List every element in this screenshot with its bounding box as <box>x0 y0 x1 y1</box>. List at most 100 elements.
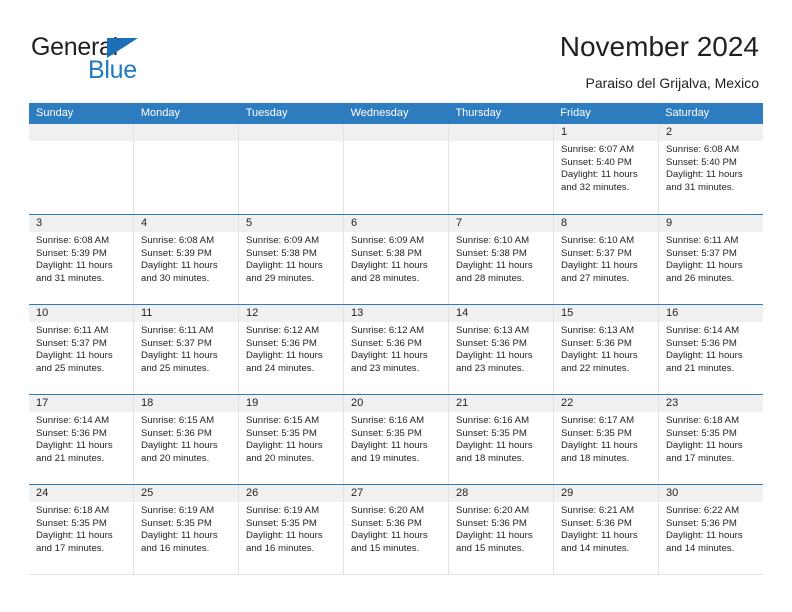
weekday-header-monday: Monday <box>140 107 180 119</box>
sunrise-text: Sunrise: 6:08 AM <box>141 235 215 246</box>
calendar-day-cell[interactable]: 7 Sunrise: 6:10 AM Sunset: 5:38 PM Daylight… <box>449 215 554 304</box>
sunset-text: Sunset: 5:35 PM <box>351 427 422 439</box>
calendar-day-cell[interactable]: 19 Sunrise: 6:15 AM Sunset: 5:35 PM Dayligh… <box>239 395 344 484</box>
daylight-text: Daylight: 11 hours and 20 minutes. <box>141 440 218 464</box>
day-sun-info: Sunrise: 6:09 AM Sunset: 5:38 PM Daylight:… <box>239 232 343 285</box>
calendar-day-cell-empty <box>344 124 449 214</box>
sunset-text: Sunset: 5:40 PM <box>666 156 737 168</box>
sunset-text: Sunset: 5:35 PM <box>456 427 527 439</box>
calendar-grid: Sunday Monday Tuesday Wednesday Thursday… <box>29 103 763 575</box>
calendar-day-cell[interactable]: 4 Sunrise: 6:08 AM Sunset: 5:39 PM Daylight… <box>134 215 239 304</box>
sunset-text: Sunset: 5:36 PM <box>36 427 107 439</box>
calendar-weeks: 1 Sunrise: 6:07 AM Sunset: 5:40 PM Daylight… <box>29 124 763 574</box>
sunset-text: Sunset: 5:37 PM <box>666 247 737 259</box>
calendar-day-cell[interactable]: 10 Sunrise: 6:11 AM Sunset: 5:37 PM Dayligh… <box>29 305 134 394</box>
daylight-text: Daylight: 11 hours and 20 minutes. <box>246 440 323 464</box>
calendar-day-cell[interactable]: 29 Sunrise: 6:21 AM Sunset: 5:36 PM Dayligh… <box>554 485 659 574</box>
calendar-day-cell[interactable]: 15 Sunrise: 6:13 AM Sunset: 5:36 PM Dayligh… <box>554 305 659 394</box>
day-number: 27 <box>344 485 448 502</box>
calendar-day-cell[interactable]: 5 Sunrise: 6:09 AM Sunset: 5:38 PM Daylight… <box>239 215 344 304</box>
day-sun-info: Sunrise: 6:08 AM Sunset: 5:39 PM Daylight:… <box>134 232 238 285</box>
sunrise-text: Sunrise: 6:11 AM <box>36 325 109 336</box>
sunset-text: Sunset: 5:36 PM <box>246 337 317 349</box>
calendar-day-cell[interactable]: 24 Sunrise: 6:18 AM Sunset: 5:35 PM Dayligh… <box>29 485 134 574</box>
calendar-day-cell-empty <box>29 124 134 214</box>
calendar-day-cell[interactable]: 3 Sunrise: 6:08 AM Sunset: 5:39 PM Daylight… <box>29 215 134 304</box>
daylight-text: Daylight: 11 hours and 23 minutes. <box>351 350 428 374</box>
calendar-day-cell[interactable]: 23 Sunrise: 6:18 AM Sunset: 5:35 PM Dayligh… <box>659 395 763 484</box>
calendar-week-row: 1 Sunrise: 6:07 AM Sunset: 5:40 PM Daylight… <box>29 124 763 214</box>
day-sun-info: Sunrise: 6:10 AM Sunset: 5:38 PM Daylight:… <box>449 232 553 285</box>
sunrise-text: Sunrise: 6:10 AM <box>456 235 530 246</box>
sunset-text: Sunset: 5:36 PM <box>666 337 737 349</box>
day-sun-info: Sunrise: 6:12 AM Sunset: 5:36 PM Daylight:… <box>239 322 343 375</box>
calendar-day-cell[interactable]: 25 Sunrise: 6:19 AM Sunset: 5:35 PM Dayligh… <box>134 485 239 574</box>
daylight-text: Daylight: 11 hours and 21 minutes. <box>666 350 743 374</box>
page-title: November 2024 <box>559 31 759 62</box>
day-number: 6 <box>344 215 448 232</box>
day-number: 5 <box>239 215 343 232</box>
general-blue-logo[interactable]: General Blue <box>31 33 261 89</box>
daylight-text: Daylight: 11 hours and 15 minutes. <box>456 530 533 554</box>
day-sun-info: Sunrise: 6:19 AM Sunset: 5:35 PM Daylight:… <box>239 502 343 555</box>
sunset-text: Sunset: 5:35 PM <box>246 427 317 439</box>
day-number: 21 <box>449 395 553 412</box>
sunrise-text: Sunrise: 6:07 AM <box>561 144 635 155</box>
sunrise-text: Sunrise: 6:14 AM <box>36 415 110 426</box>
sunrise-text: Sunrise: 6:11 AM <box>141 325 214 336</box>
calendar-day-cell[interactable]: 30 Sunrise: 6:22 AM Sunset: 5:36 PM Dayligh… <box>659 485 763 574</box>
day-sun-info: Sunrise: 6:16 AM Sunset: 5:35 PM Daylight:… <box>449 412 553 465</box>
day-number <box>134 124 238 141</box>
sunset-text: Sunset: 5:35 PM <box>666 427 737 439</box>
calendar-week-row: 10 Sunrise: 6:11 AM Sunset: 5:37 PM Dayligh… <box>29 304 763 394</box>
calendar-day-cell[interactable]: 14 Sunrise: 6:13 AM Sunset: 5:36 PM Dayligh… <box>449 305 554 394</box>
calendar-day-cell[interactable]: 18 Sunrise: 6:15 AM Sunset: 5:36 PM Dayligh… <box>134 395 239 484</box>
day-sun-info: Sunrise: 6:10 AM Sunset: 5:37 PM Daylight:… <box>554 232 658 285</box>
calendar-day-cell[interactable]: 26 Sunrise: 6:19 AM Sunset: 5:35 PM Dayligh… <box>239 485 344 574</box>
day-sun-info: Sunrise: 6:21 AM Sunset: 5:36 PM Daylight:… <box>554 502 658 555</box>
sunset-text: Sunset: 5:36 PM <box>456 337 527 349</box>
daylight-text: Daylight: 11 hours and 25 minutes. <box>36 350 113 374</box>
calendar-day-cell[interactable]: 16 Sunrise: 6:14 AM Sunset: 5:36 PM Dayligh… <box>659 305 763 394</box>
calendar-day-cell[interactable]: 12 Sunrise: 6:12 AM Sunset: 5:36 PM Dayligh… <box>239 305 344 394</box>
day-number: 17 <box>29 395 133 412</box>
daylight-text: Daylight: 11 hours and 17 minutes. <box>666 440 743 464</box>
calendar-day-cell[interactable]: 11 Sunrise: 6:11 AM Sunset: 5:37 PM Dayligh… <box>134 305 239 394</box>
daylight-text: Daylight: 11 hours and 14 minutes. <box>561 530 638 554</box>
daylight-text: Daylight: 11 hours and 16 minutes. <box>141 530 218 554</box>
calendar-day-cell[interactable]: 22 Sunrise: 6:17 AM Sunset: 5:35 PM Dayligh… <box>554 395 659 484</box>
sunset-text: Sunset: 5:40 PM <box>561 156 632 168</box>
day-sun-info: Sunrise: 6:08 AM Sunset: 5:39 PM Daylight:… <box>29 232 133 285</box>
daylight-text: Daylight: 11 hours and 30 minutes. <box>141 260 218 284</box>
grid-bottom-rule <box>29 574 763 575</box>
sunset-text: Sunset: 5:35 PM <box>141 517 212 529</box>
calendar-day-cell[interactable]: 13 Sunrise: 6:12 AM Sunset: 5:36 PM Dayligh… <box>344 305 449 394</box>
day-sun-info: Sunrise: 6:14 AM Sunset: 5:36 PM Daylight:… <box>659 322 763 375</box>
daylight-text: Daylight: 11 hours and 14 minutes. <box>666 530 743 554</box>
calendar-day-cell[interactable]: 17 Sunrise: 6:14 AM Sunset: 5:36 PM Dayligh… <box>29 395 134 484</box>
sunset-text: Sunset: 5:39 PM <box>141 247 212 259</box>
calendar-week-row: 24 Sunrise: 6:18 AM Sunset: 5:35 PM Dayligh… <box>29 484 763 574</box>
calendar-day-cell[interactable]: 21 Sunrise: 6:16 AM Sunset: 5:35 PM Dayligh… <box>449 395 554 484</box>
day-sun-info: Sunrise: 6:14 AM Sunset: 5:36 PM Daylight:… <box>29 412 133 465</box>
sunset-text: Sunset: 5:35 PM <box>36 517 107 529</box>
calendar-day-cell[interactable]: 20 Sunrise: 6:16 AM Sunset: 5:35 PM Dayligh… <box>344 395 449 484</box>
sunrise-text: Sunrise: 6:20 AM <box>456 505 530 516</box>
day-sun-info: Sunrise: 6:08 AM Sunset: 5:40 PM Daylight:… <box>659 141 763 194</box>
day-number: 11 <box>134 305 238 322</box>
daylight-text: Daylight: 11 hours and 23 minutes. <box>456 350 533 374</box>
sunrise-text: Sunrise: 6:09 AM <box>351 235 425 246</box>
weekday-header-wednesday: Wednesday <box>350 107 409 119</box>
day-number: 12 <box>239 305 343 322</box>
calendar-day-cell[interactable]: 2 Sunrise: 6:08 AM Sunset: 5:40 PM Daylight… <box>659 124 763 214</box>
daylight-text: Daylight: 11 hours and 29 minutes. <box>246 260 323 284</box>
calendar-day-cell[interactable]: 1 Sunrise: 6:07 AM Sunset: 5:40 PM Daylight… <box>554 124 659 214</box>
calendar-day-cell[interactable]: 28 Sunrise: 6:20 AM Sunset: 5:36 PM Dayligh… <box>449 485 554 574</box>
calendar-day-cell[interactable]: 6 Sunrise: 6:09 AM Sunset: 5:38 PM Daylight… <box>344 215 449 304</box>
calendar-day-cell[interactable]: 8 Sunrise: 6:10 AM Sunset: 5:37 PM Daylight… <box>554 215 659 304</box>
sunrise-text: Sunrise: 6:14 AM <box>666 325 740 336</box>
calendar-day-cell[interactable]: 9 Sunrise: 6:11 AM Sunset: 5:37 PM Daylight… <box>659 215 763 304</box>
daylight-text: Daylight: 11 hours and 17 minutes. <box>36 530 113 554</box>
sunrise-text: Sunrise: 6:15 AM <box>246 415 320 426</box>
calendar-day-cell[interactable]: 27 Sunrise: 6:20 AM Sunset: 5:36 PM Dayligh… <box>344 485 449 574</box>
